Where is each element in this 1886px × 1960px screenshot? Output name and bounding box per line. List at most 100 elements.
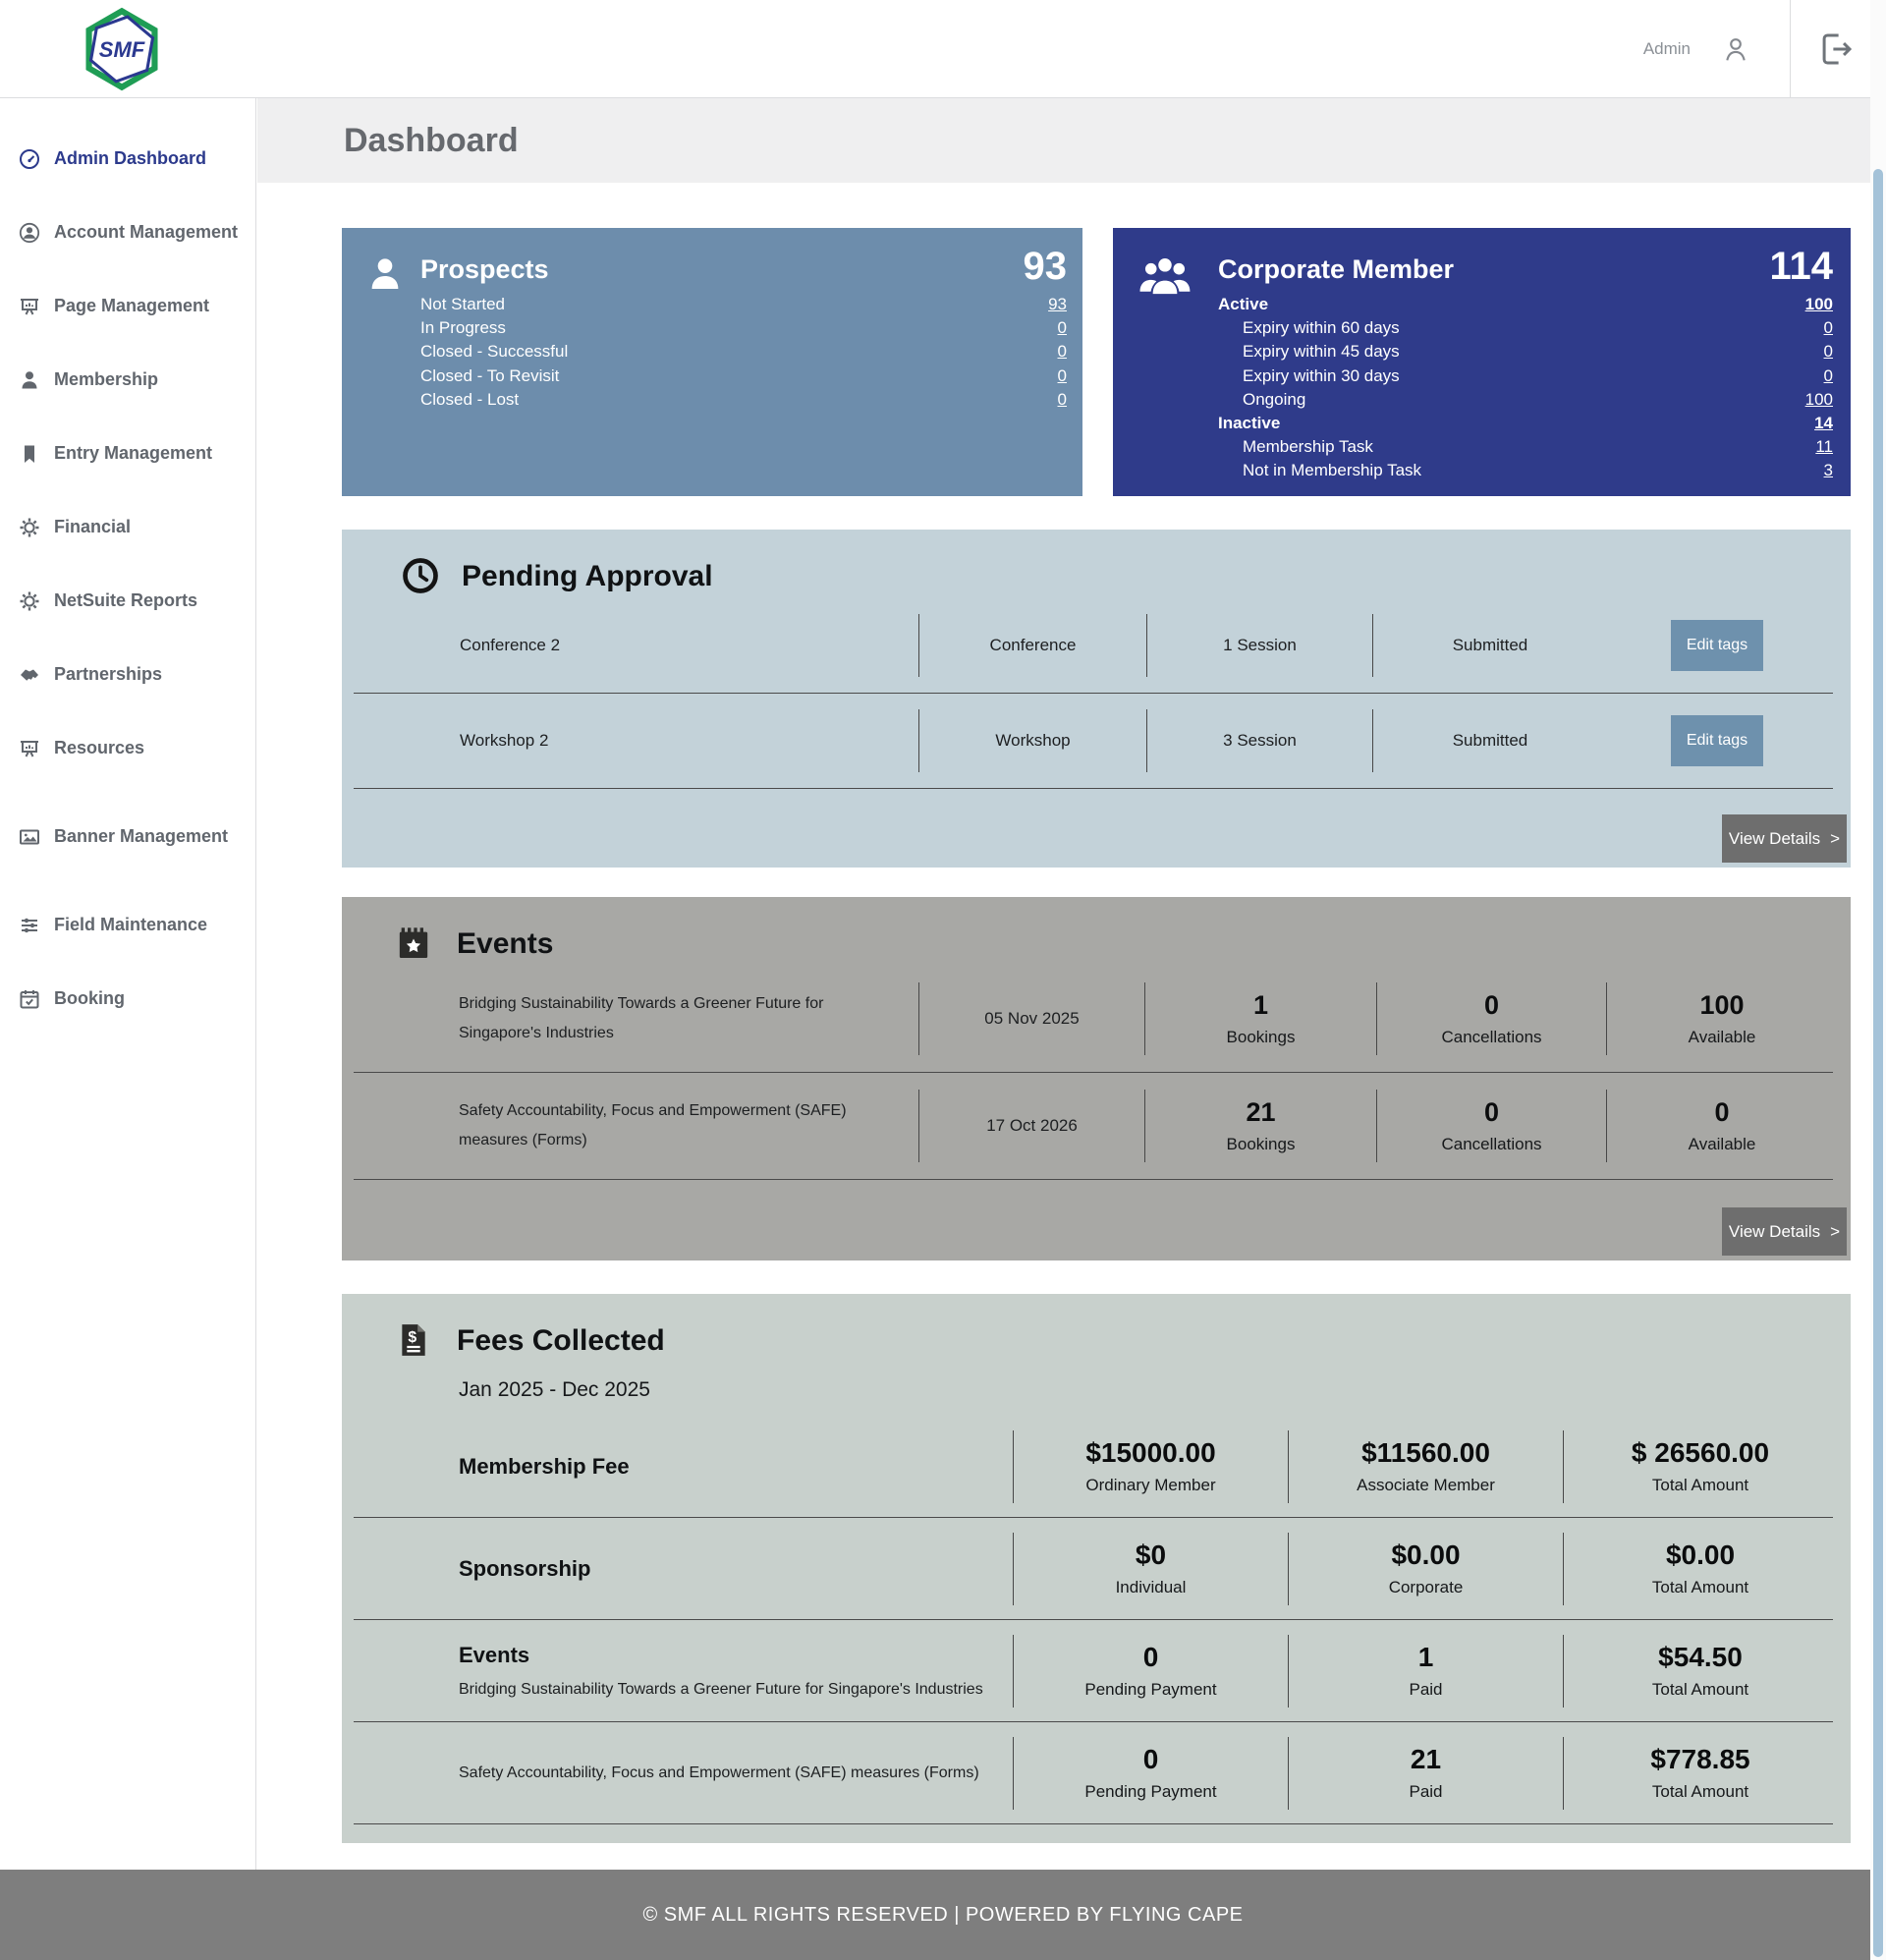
sidebar-item-page-management[interactable]: Page Management <box>0 269 255 343</box>
sidebar-item-entry-management[interactable]: Entry Management <box>0 417 255 490</box>
fee-stat: 1Paid <box>1289 1620 1563 1721</box>
stat-label: Corporate <box>1389 1578 1464 1597</box>
row-count-link[interactable]: 0 <box>1824 366 1833 386</box>
sidebar-item-label: Banner Management <box>54 825 228 848</box>
pending-row: Workshop 2 Workshop 3 Session Submitted … <box>342 694 1851 788</box>
event-available-stat: 100Available <box>1607 966 1851 1072</box>
person-icon <box>365 254 405 296</box>
sliders-icon <box>18 914 41 937</box>
corporate-row: Expiry within 30 days 0 <box>1218 364 1833 388</box>
sidebar-item-account-management[interactable]: Account Management <box>0 196 255 269</box>
row-label: Expiry within 45 days <box>1218 342 1400 362</box>
corporate-row: Not in Membership Task3 <box>1218 459 1833 482</box>
pending-approval-panel: Pending Approval Conference 2 Conference… <box>342 530 1851 868</box>
row-divider <box>354 788 1833 789</box>
sidebar-item-label: Field Maintenance <box>54 914 207 936</box>
stat-value: $54.50 <box>1658 1642 1743 1673</box>
fees-row: Events Bridging Sustainability Towards a… <box>342 1620 1851 1721</box>
pending-row: Conference 2 Conference 1 Session Submit… <box>342 598 1851 693</box>
fee-stat: 21Paid <box>1289 1722 1563 1823</box>
sidebar-item-resources[interactable]: Resources <box>0 711 255 785</box>
topbar: SMF Admin <box>0 0 1886 98</box>
sidebar-item-partnerships[interactable]: Partnerships <box>0 638 255 711</box>
sidebar-item-netsuite-reports[interactable]: NetSuite Reports <box>0 564 255 638</box>
sidebar-item-label: Membership <box>54 368 158 391</box>
event-bookings-stat: 21Bookings <box>1145 1073 1376 1179</box>
row-count-link[interactable]: 11 <box>1815 437 1833 457</box>
row-count-link[interactable]: 0 <box>1824 342 1833 362</box>
entry-status: Submitted <box>1373 598 1607 693</box>
fee-category: Sponsorship <box>459 1556 1003 1582</box>
edit-tags-button[interactable]: Edit tags <box>1671 620 1763 671</box>
stat-value: 0 <box>1714 1097 1729 1128</box>
row-count-link[interactable]: 0 <box>1058 366 1067 386</box>
stat-label: Pending Payment <box>1084 1782 1216 1802</box>
row-count-link[interactable]: 3 <box>1824 461 1833 480</box>
invoice-dollar-icon: $ <box>394 1320 433 1362</box>
sidebar-item-field-maintenance[interactable]: Field Maintenance <box>0 888 255 962</box>
row-label: In Progress <box>420 318 506 338</box>
sidebar-item-membership[interactable]: Membership <box>0 343 255 417</box>
prospects-row: Closed - To Revisit0 <box>420 364 1067 388</box>
row-count-link[interactable]: 0 <box>1058 342 1067 362</box>
event-cancellations-stat: 0Cancellations <box>1377 966 1606 1072</box>
row-divider <box>354 1823 1833 1824</box>
sidebar-item-label: Account Management <box>54 221 238 244</box>
stat-value: $11560.00 <box>1361 1437 1490 1469</box>
prospects-row: Not Started93 <box>420 293 1067 316</box>
logout-icon[interactable] <box>1815 28 1857 70</box>
scrollbar-thumb[interactable] <box>1873 169 1883 1957</box>
corporate-row: Active100 <box>1218 293 1833 316</box>
stat-label: Ordinary Member <box>1085 1476 1215 1495</box>
stat-value: 21 <box>1411 1744 1441 1775</box>
stat-label: Available <box>1689 1028 1756 1047</box>
smf-logo-icon: SMF <box>79 6 165 92</box>
sidebar-item-label: Entry Management <box>54 442 212 465</box>
event-date: 05 Nov 2025 <box>919 966 1144 1072</box>
sidebar-item-banner-management[interactable]: Banner Management <box>0 785 255 888</box>
user-profile-icon[interactable] <box>1720 33 1751 65</box>
sidebar-item-booking[interactable]: Booking <box>0 962 255 1036</box>
row-count-link[interactable]: 0 <box>1824 318 1833 338</box>
sidebar: Admin Dashboard Account Management Page … <box>0 98 256 1870</box>
row-count-link[interactable]: 0 <box>1058 390 1067 410</box>
row-count-link[interactable]: 100 <box>1805 295 1833 314</box>
entry-status: Submitted <box>1373 694 1607 788</box>
chevron-right-icon: > <box>1830 1222 1840 1242</box>
row-count-link[interactable]: 14 <box>1814 414 1833 433</box>
event-row: Bridging Sustainability Towards a Greene… <box>342 966 1851 1072</box>
sidebar-item-financial[interactable]: Financial <box>0 490 255 564</box>
prospects-row: Closed - Lost0 <box>420 388 1067 412</box>
corporate-title: Corporate Member <box>1218 254 1454 285</box>
row-label: Inactive <box>1218 414 1280 433</box>
pending-approval-title: Pending Approval <box>462 560 713 593</box>
row-label: Ongoing <box>1218 390 1305 410</box>
row-label: Expiry within 30 days <box>1218 366 1400 386</box>
view-details-button[interactable]: View Details > <box>1722 1207 1847 1256</box>
fees-period: Jan 2025 - Dec 2025 <box>459 1378 1851 1402</box>
gear-icon <box>18 589 41 613</box>
entry-sessions: 1 Session <box>1147 598 1372 693</box>
admin-user-label: Admin <box>1643 39 1691 59</box>
row-label: Expiry within 60 days <box>1218 318 1400 338</box>
edit-tags-button[interactable]: Edit tags <box>1671 715 1763 766</box>
row-count-link[interactable]: 0 <box>1058 318 1067 338</box>
stat-label: Cancellations <box>1441 1135 1541 1154</box>
corporate-row: Expiry within 45 days 0 <box>1218 340 1833 364</box>
entry-sessions: 3 Session <box>1147 694 1372 788</box>
fee-subitem: Safety Accountability, Focus and Empower… <box>459 1764 1003 1782</box>
admin-dashboard-page: SMF Admin Admin Dashboard <box>0 0 1886 1960</box>
calendar-check-icon <box>18 987 41 1011</box>
row-count-link[interactable]: 100 <box>1805 390 1833 410</box>
page-title: Dashboard <box>344 98 1886 183</box>
stat-value: $0.00 <box>1666 1540 1735 1571</box>
page-header: Dashboard <box>257 98 1886 183</box>
fees-row: Safety Accountability, Focus and Empower… <box>342 1722 1851 1823</box>
fee-category: Membership Fee <box>459 1454 1003 1480</box>
view-details-button[interactable]: View Details > <box>1722 814 1847 863</box>
sidebar-item-admin-dashboard[interactable]: Admin Dashboard <box>0 122 255 196</box>
stat-value: 0 <box>1143 1642 1159 1673</box>
event-row: Safety Accountability, Focus and Empower… <box>342 1073 1851 1179</box>
presentation-board-icon <box>18 295 41 318</box>
row-count-link[interactable]: 93 <box>1048 295 1067 314</box>
